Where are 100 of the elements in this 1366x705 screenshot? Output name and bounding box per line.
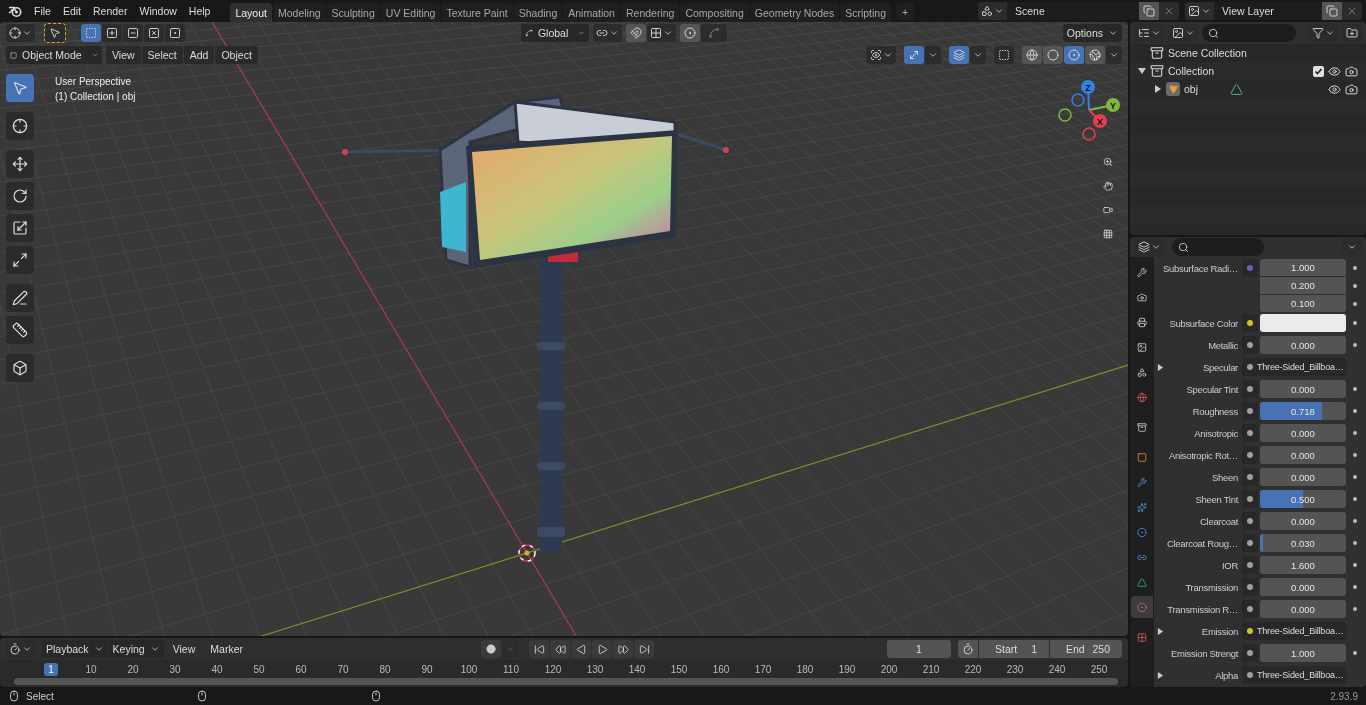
frame-number: 110	[502, 662, 520, 676]
frame-number: 150	[669, 662, 689, 676]
frame-number: 1	[44, 662, 58, 676]
menu-item[interactable]: Object	[215, 46, 258, 64]
frame-number: 70	[336, 662, 350, 676]
property-label: Emission	[1201, 625, 1238, 637]
outliner-item[interactable]: obj	[1184, 83, 1198, 95]
frame-number: 120	[543, 662, 563, 676]
frame-number: 100	[459, 662, 479, 676]
slider-field[interactable]: 0.000	[1260, 424, 1346, 442]
frame-number: 240	[1047, 662, 1067, 676]
menu-dropdown[interactable]: Playback	[42, 640, 108, 658]
menu-item[interactable]: Render	[87, 5, 134, 17]
view-name: User Perspective	[55, 76, 132, 87]
property-label: Subsurface Color	[1169, 317, 1238, 329]
property-label: Anisotropic Rot…	[1168, 449, 1238, 461]
frame-number: 20	[126, 662, 140, 676]
frame-number: 170	[753, 662, 773, 676]
workspace-tab[interactable]: Texture Paint	[441, 3, 513, 22]
frame-number: 80	[378, 662, 392, 676]
end-frame-field[interactable]: End 250	[1050, 640, 1122, 658]
property-label: Sheen Tint	[1195, 493, 1238, 505]
options-dropdown[interactable]: Options	[1062, 24, 1122, 42]
frame-number: 60	[294, 662, 308, 676]
workspace-tab[interactable]: Compositing	[680, 3, 749, 22]
context-text: (1) Collection | obj	[55, 91, 136, 102]
linked-texture-field[interactable]: Three-Sided_Billboa…	[1242, 622, 1346, 640]
axis-ball[interactable]: X	[1093, 114, 1107, 128]
property-label: Clearcoat	[1200, 515, 1238, 527]
outliner-item[interactable]: Collection	[1168, 65, 1215, 77]
frame-number: 230	[1005, 662, 1025, 676]
workspace-tab[interactable]: Shading	[513, 3, 563, 22]
frame-number: 130	[585, 662, 605, 676]
menu-item[interactable]: Select	[141, 46, 183, 64]
slider-field[interactable]: 0.000	[1260, 600, 1346, 618]
frame-number: 40	[210, 662, 224, 676]
slider-field[interactable]: 0.718	[1260, 402, 1346, 420]
menu-item[interactable]: File	[28, 5, 57, 17]
frame-number: 200	[879, 662, 899, 676]
frame-number: 250	[1089, 662, 1109, 676]
property-label: Roughness	[1192, 405, 1238, 417]
slider-field[interactable]: 0.000	[1260, 578, 1346, 596]
slider-field[interactable]: 0.000	[1260, 380, 1346, 398]
property-label: Subsurface Radi…	[1163, 262, 1238, 274]
orientation-dropdown[interactable]: Global	[520, 24, 589, 42]
menu-item[interactable]: View	[166, 643, 202, 655]
frame-number: 50	[252, 662, 266, 676]
menu-item[interactable]: Add	[183, 46, 215, 64]
menu-item[interactable]: Help	[182, 5, 217, 17]
slider-field[interactable]: 0.500	[1260, 490, 1346, 508]
view-layer-name-field[interactable]: View Layer	[1214, 2, 1322, 20]
menu-item[interactable]: Marker	[204, 643, 249, 655]
property-label: Sheen	[1212, 471, 1238, 483]
property-label: Alpha	[1215, 669, 1238, 681]
current-frame-field[interactable]: 1	[887, 640, 951, 658]
number-field[interactable]: 1.600	[1260, 556, 1346, 574]
number-field[interactable]: 0.200	[1260, 277, 1346, 294]
menu-item[interactable]: View	[106, 46, 141, 64]
property-label: Transmission R…	[1167, 603, 1238, 615]
property-label: Clearcoat Roug…	[1167, 537, 1238, 549]
workspace-tab[interactable]: Layout	[230, 3, 272, 22]
workspace-tab[interactable]: Scripting	[840, 3, 891, 22]
workspace-tab[interactable]: Sculpting	[326, 3, 380, 22]
linked-texture-field[interactable]: Three-Sided_Billboa…	[1242, 358, 1346, 376]
menu-item[interactable]: Window	[133, 5, 183, 17]
workspace-tab[interactable]: Animation	[563, 3, 620, 22]
property-label: Anisotropic	[1194, 427, 1238, 439]
frame-number: 210	[921, 662, 941, 676]
frame-number: 220	[963, 662, 983, 676]
scene-name-field[interactable]: Scene	[1007, 2, 1139, 20]
frame-number: 10	[84, 662, 98, 676]
add-workspace-button[interactable]: +	[896, 3, 914, 20]
start-frame-field[interactable]: Start 1	[979, 640, 1049, 658]
axis-ball[interactable]: Y	[1106, 98, 1120, 112]
workspace-tab[interactable]: Rendering	[620, 3, 680, 22]
workspace-tab[interactable]: Geometry Nodes	[749, 3, 840, 22]
frame-number: 30	[168, 662, 182, 676]
menu-item[interactable]: Edit	[56, 5, 87, 17]
status-text: Select	[26, 690, 54, 702]
property-label: Specular	[1202, 361, 1238, 373]
property-label: Metallic	[1208, 339, 1238, 351]
number-field[interactable]: 0.100	[1260, 295, 1346, 312]
outliner-item[interactable]: Scene Collection	[1168, 47, 1247, 59]
mode-dropdown[interactable]: Object Mode	[6, 46, 102, 64]
slider-field[interactable]: 0.000	[1260, 446, 1346, 464]
frame-number: 140	[627, 662, 647, 676]
linked-texture-field[interactable]: Three-Sided_Billboa…	[1242, 666, 1346, 684]
slider-field[interactable]: 0.000	[1260, 512, 1346, 530]
axis-ball[interactable]: Z	[1081, 80, 1095, 94]
frame-number: 180	[795, 662, 815, 676]
number-field[interactable]: 1.000	[1260, 644, 1346, 662]
version-text: 2.93.9	[1330, 690, 1358, 702]
slider-field[interactable]: 0.030	[1260, 534, 1346, 552]
number-field[interactable]: 1.000	[1260, 259, 1346, 276]
menu-dropdown[interactable]: Keying	[108, 640, 164, 658]
slider-field[interactable]: 0.000	[1260, 336, 1346, 354]
slider-field[interactable]: 0.000	[1260, 468, 1346, 486]
workspace-tab[interactable]: UV Editing	[380, 3, 441, 22]
workspace-tab[interactable]: Modeling	[272, 3, 326, 22]
frame-number: 190	[837, 662, 857, 676]
